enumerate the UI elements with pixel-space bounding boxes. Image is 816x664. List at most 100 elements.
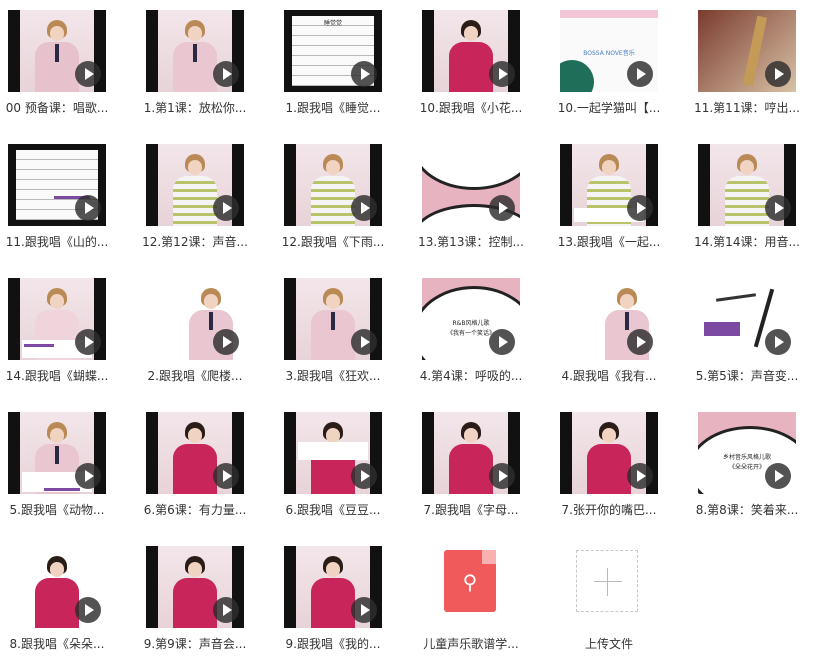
plus-icon xyxy=(607,568,608,596)
play-icon[interactable] xyxy=(213,597,239,623)
video-title: 8.第8课：笑着来... xyxy=(695,503,799,517)
video-thumbnail xyxy=(146,278,244,360)
video-title: 6.第6课：有力量... xyxy=(143,503,247,517)
video-item[interactable]: 3.跟我唱《狂欢... xyxy=(276,268,390,396)
video-item[interactable]: 11.跟我唱《山的... xyxy=(0,134,114,262)
video-title: 2.跟我唱《爬楼... xyxy=(147,369,243,383)
upload-box[interactable] xyxy=(576,550,638,612)
play-icon[interactable] xyxy=(627,61,653,87)
video-item[interactable]: 1.第1课：放松你... xyxy=(138,0,252,128)
video-item[interactable]: 12.第12课：声音... xyxy=(138,134,252,262)
video-item[interactable]: 13.跟我唱《一起... xyxy=(552,134,666,262)
play-icon[interactable] xyxy=(627,195,653,221)
thumb-caption: R&B风格儿歌 xyxy=(452,320,490,327)
video-thumbnail: 乡村音乐风格儿歌 《朵朵花开》 xyxy=(698,412,796,494)
video-item[interactable]: 睡觉觉 1.跟我唱《睡觉... xyxy=(276,0,390,128)
video-thumbnail xyxy=(146,546,244,628)
video-thumbnail xyxy=(284,412,382,494)
pdf-file-item[interactable]: 儿童声乐歌谱学... xyxy=(414,536,528,664)
play-icon[interactable] xyxy=(351,463,377,489)
video-item[interactable]: 5.第5课：声音变... xyxy=(690,268,804,396)
play-icon[interactable] xyxy=(75,61,101,87)
video-thumbnail xyxy=(698,10,796,92)
plus-icon xyxy=(594,581,622,582)
video-title: 14.跟我唱《蝴蝶... xyxy=(5,369,109,383)
video-thumbnail xyxy=(146,10,244,92)
play-icon[interactable] xyxy=(213,463,239,489)
play-icon[interactable] xyxy=(627,329,653,355)
video-thumbnail xyxy=(284,546,382,628)
video-item[interactable]: 8.跟我唱《朵朵... xyxy=(0,536,114,664)
video-item[interactable]: 6.第6课：有力量... xyxy=(138,402,252,530)
play-icon[interactable] xyxy=(627,463,653,489)
video-item[interactable]: 11.第11课：哼出... xyxy=(690,0,804,128)
video-title: 3.跟我唱《狂欢... xyxy=(285,369,381,383)
play-icon[interactable] xyxy=(489,61,515,87)
video-item[interactable]: 00 预备课：唱歌... xyxy=(0,0,114,128)
video-item[interactable]: 2.跟我唱《爬楼... xyxy=(138,268,252,396)
video-title: 1.第1课：放松你... xyxy=(143,101,247,115)
play-icon[interactable] xyxy=(351,597,377,623)
play-icon[interactable] xyxy=(213,61,239,87)
video-title: 7.张开你的嘴巴... xyxy=(561,503,657,517)
video-title: 12.跟我唱《下雨... xyxy=(281,235,385,249)
play-icon[interactable] xyxy=(213,195,239,221)
video-thumbnail: BOSSA NOVE音乐 xyxy=(560,10,658,92)
thumb-caption: 乡村音乐风格儿歌 xyxy=(722,454,771,461)
video-item[interactable]: 9.跟我唱《我的... xyxy=(276,536,390,664)
video-thumbnail: R&B风格儿歌 《我有一个笑话》 xyxy=(422,278,520,360)
play-icon[interactable] xyxy=(489,195,515,221)
video-item[interactable]: 13.第13课：控制... xyxy=(414,134,528,262)
video-title: 11.第11课：哼出... xyxy=(694,101,800,115)
sheet-title: 睡觉觉 xyxy=(323,20,342,27)
play-icon[interactable] xyxy=(351,195,377,221)
video-item[interactable]: 14.跟我唱《蝴蝶... xyxy=(0,268,114,396)
play-icon[interactable] xyxy=(213,329,239,355)
video-thumbnail xyxy=(422,412,520,494)
video-title: 14.第14课：用音... xyxy=(694,235,800,249)
play-icon[interactable] xyxy=(351,329,377,355)
video-thumbnail xyxy=(8,546,106,628)
video-item[interactable]: 4.跟我唱《我有... xyxy=(552,268,666,396)
video-title: 12.第12课：声音... xyxy=(142,235,248,249)
video-thumbnail xyxy=(8,144,106,226)
pdf-icon xyxy=(444,550,496,612)
video-title: 10.一起学猫叫【... xyxy=(557,101,661,115)
video-item[interactable]: 10.跟我唱《小花... xyxy=(414,0,528,128)
video-item[interactable]: 7.跟我唱《字母... xyxy=(414,402,528,530)
video-item[interactable]: 6.跟我唱《豆豆... xyxy=(276,402,390,530)
video-item[interactable]: 12.跟我唱《下雨... xyxy=(276,134,390,262)
video-thumbnail: 睡觉觉 xyxy=(284,10,382,92)
play-icon[interactable] xyxy=(351,61,377,87)
video-item[interactable]: BOSSA NOVE音乐 10.一起学猫叫【... xyxy=(552,0,666,128)
video-title: 9.第9课：声音会... xyxy=(143,637,247,651)
video-title: 5.第5课：声音变... xyxy=(695,369,799,383)
video-thumbnail xyxy=(698,144,796,226)
video-item[interactable]: 7.张开你的嘴巴... xyxy=(552,402,666,530)
video-item[interactable]: R&B风格儿歌 《我有一个笑话》 4.第4课：呼吸的... xyxy=(414,268,528,396)
play-icon[interactable] xyxy=(489,329,515,355)
video-item[interactable]: 乡村音乐风格儿歌 《朵朵花开》 8.第8课：笑着来... xyxy=(690,402,804,530)
upload-file-item[interactable]: 上传文件 xyxy=(552,536,666,664)
play-icon[interactable] xyxy=(765,61,791,87)
video-item[interactable]: 5.跟我唱《动物... xyxy=(0,402,114,530)
video-title: 9.跟我唱《我的... xyxy=(285,637,381,651)
play-icon[interactable] xyxy=(75,597,101,623)
video-title: 4.跟我唱《我有... xyxy=(561,369,657,383)
video-title: 5.跟我唱《动物... xyxy=(9,503,105,517)
play-icon[interactable] xyxy=(75,329,101,355)
play-icon[interactable] xyxy=(765,195,791,221)
play-icon[interactable] xyxy=(75,463,101,489)
video-item[interactable]: 14.第14课：用音... xyxy=(690,134,804,262)
play-icon[interactable] xyxy=(765,329,791,355)
video-title: 1.跟我唱《睡觉... xyxy=(285,101,381,115)
play-icon[interactable] xyxy=(75,195,101,221)
video-item[interactable]: 9.第9课：声音会... xyxy=(138,536,252,664)
thumb-caption: BOSSA NOVE音乐 xyxy=(583,50,635,57)
play-icon[interactable] xyxy=(489,463,515,489)
file-title: 儿童声乐歌谱学... xyxy=(423,637,519,651)
video-title: 6.跟我唱《豆豆... xyxy=(285,503,381,517)
video-thumbnail xyxy=(8,412,106,494)
play-icon[interactable] xyxy=(765,463,791,489)
video-title: 11.跟我唱《山的... xyxy=(5,235,109,249)
